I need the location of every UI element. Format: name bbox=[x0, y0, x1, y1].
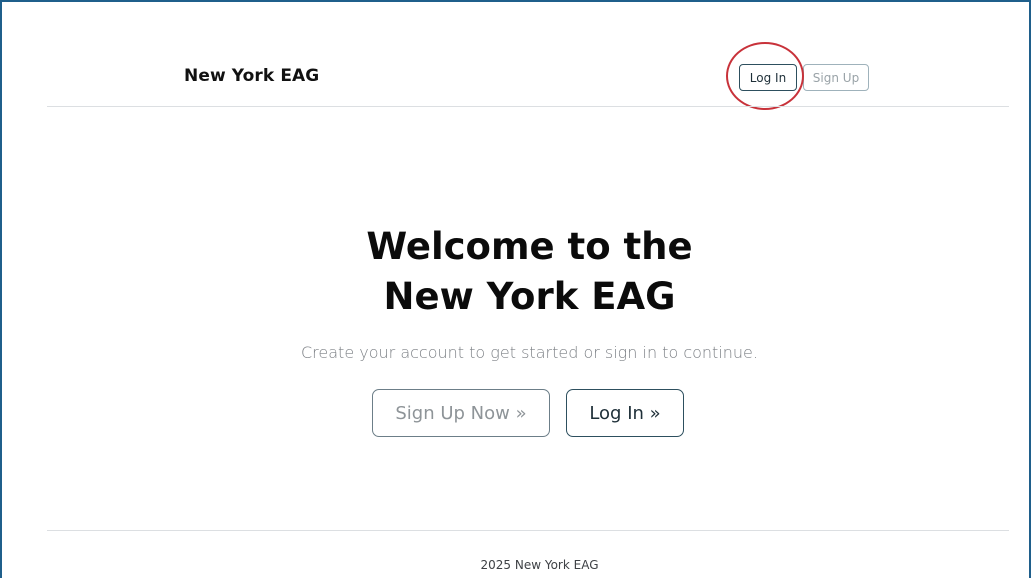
hero-title-line1: Welcome to the bbox=[366, 225, 693, 268]
site-brand[interactable]: New York EAG bbox=[184, 66, 319, 86]
signup-now-button[interactable]: Sign Up Now » bbox=[372, 389, 550, 437]
footer-divider bbox=[47, 530, 1009, 531]
header-login-button[interactable]: Log In bbox=[739, 64, 797, 91]
hero-subtitle: Create your account to get started or si… bbox=[301, 343, 758, 362]
hero-login-button[interactable]: Log In » bbox=[566, 389, 684, 437]
browser-frame: New York EAG Log In Sign Up Welcome to t… bbox=[0, 0, 1031, 578]
footer-copyright: 2025 New York EAG bbox=[480, 558, 599, 572]
hero-title-line2: New York EAG bbox=[383, 275, 676, 318]
header-divider bbox=[47, 106, 1009, 107]
header-signup-button[interactable]: Sign Up bbox=[803, 64, 869, 91]
